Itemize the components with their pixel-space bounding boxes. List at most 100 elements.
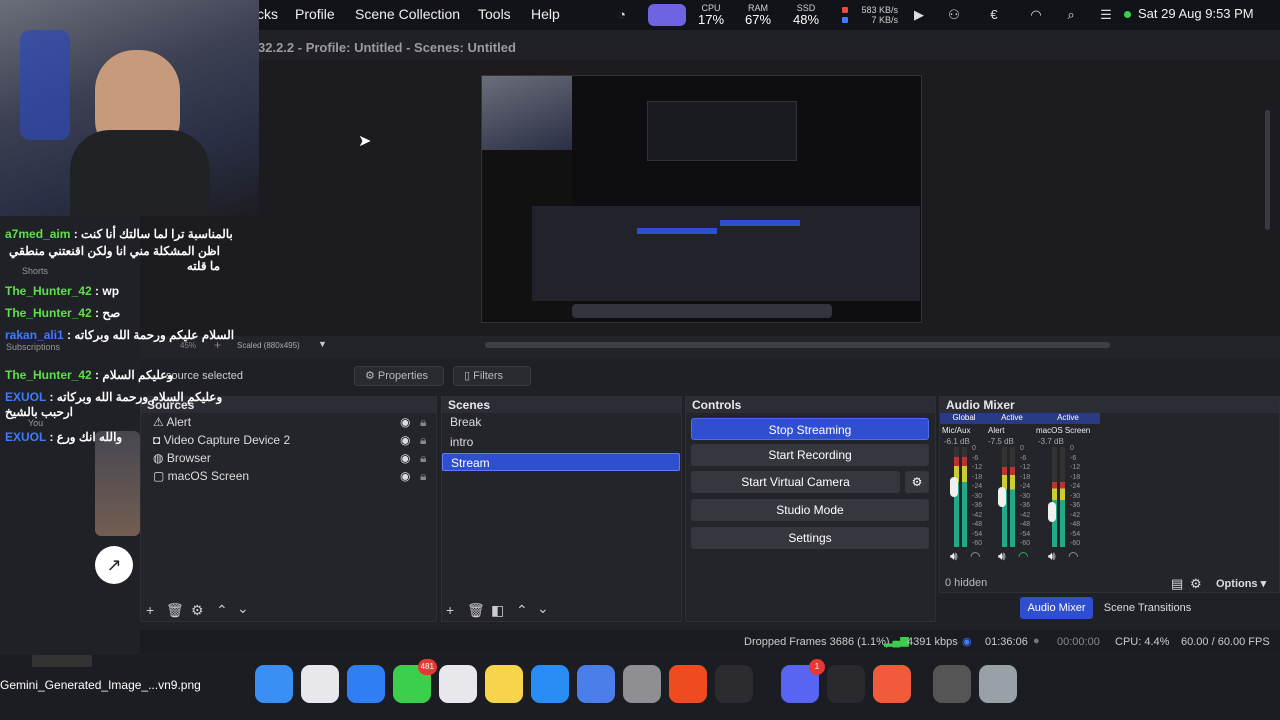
volume-fader[interactable] — [1048, 502, 1056, 522]
speaker-icon[interactable]: 🔊︎ — [998, 549, 1006, 564]
channel-scope: Global — [952, 413, 976, 422]
signal-bars-icon: ▂▄▆ — [884, 635, 909, 647]
meter-scale-label: -60 — [1070, 540, 1081, 547]
filter-icon: ▯ — [464, 370, 474, 382]
studio-mode-button[interactable]: Studio Mode — [691, 499, 929, 521]
speaker-icon[interactable]: 🔊︎ — [950, 549, 958, 564]
start-recording-button[interactable]: Start Recording — [691, 444, 929, 466]
meter-scale-label: -18 — [972, 473, 983, 481]
webcam-overlay — [0, 0, 259, 216]
scene-filter-icon[interactable]: ◧ — [491, 602, 504, 619]
dock-app-app-store[interactable] — [531, 665, 569, 703]
add-scene-icon[interactable]: + — [446, 602, 454, 618]
hub-icon[interactable]: ⚇ — [946, 7, 962, 23]
monitor-headphones-icon[interactable]: ◠ — [1018, 549, 1028, 563]
tab-audio-mixer[interactable]: Audio Mixer — [1020, 597, 1093, 619]
dock-app-safari[interactable] — [347, 665, 385, 703]
settings-button[interactable]: Settings — [691, 527, 929, 549]
stop-streaming-button[interactable]: Stop Streaming — [691, 418, 929, 440]
dock-app-obs[interactable] — [715, 665, 753, 703]
channel-db: -7.5 dB — [988, 437, 1014, 446]
record-dot-icon: ● — [1033, 635, 1040, 647]
dock-app-brave[interactable] — [669, 665, 707, 703]
rec-time: 00:00:00 — [1057, 636, 1100, 648]
chat-message: The_Hunter_42 : wp — [5, 284, 120, 298]
scene-up-icon[interactable]: ⌃ — [516, 602, 528, 619]
gear-icon: ⚙ — [365, 370, 378, 382]
eye-icon[interactable]: ◉ — [400, 449, 410, 467]
meter-scale-label: -42 — [972, 511, 983, 519]
properties-button[interactable]: ⚙ Properties — [354, 366, 444, 386]
remove-scene-icon[interactable]: 🗑︎ — [467, 602, 485, 619]
meter-scale-label: -12 — [1020, 464, 1031, 471]
scene-item-stream[interactable]: Stream — [442, 453, 680, 471]
currency-icon[interactable]: € — [986, 7, 1002, 23]
desktop-file-label[interactable]: Gemini_Generated_Image_...vn9.png — [0, 678, 201, 692]
menu-tools[interactable]: Tools — [478, 6, 511, 22]
dock-app-system-settings[interactable] — [623, 665, 661, 703]
lock-icon[interactable]: 🔒︎ — [420, 449, 426, 467]
lock-icon[interactable]: 🔒︎ — [420, 413, 426, 431]
menu-help[interactable]: Help — [531, 6, 560, 22]
screen-mirror-icon[interactable] — [648, 4, 686, 26]
monitor-headphones-icon[interactable]: ◠ — [1068, 549, 1078, 563]
preview-vertical-scrollbar[interactable] — [1265, 110, 1270, 230]
dock-app-finder[interactable] — [255, 665, 293, 703]
dock-app-burst-app[interactable] — [873, 665, 911, 703]
dock-app-launchpad[interactable] — [301, 665, 339, 703]
meter-scale-label: -24 — [972, 483, 983, 490]
mixer-options-button[interactable]: Options ▾ — [1216, 577, 1266, 590]
dock-app-storage[interactable] — [933, 665, 971, 703]
hidden-count: 0 hidden — [945, 577, 988, 589]
scene-item-break[interactable]: Break — [442, 413, 680, 431]
dock-app-discord[interactable]: 1 — [781, 659, 825, 703]
file-thumbnail[interactable] — [32, 655, 92, 667]
lock-icon[interactable]: 🔒︎ — [420, 431, 426, 449]
menu-scene-collection[interactable]: Scene Collection — [355, 6, 460, 22]
dock-app-keychain[interactable] — [827, 665, 865, 703]
mixer-settings-icon[interactable]: ⚙ — [1190, 576, 1202, 592]
eye-icon[interactable]: ◉ — [400, 431, 410, 449]
scale-dropdown-icon[interactable]: ▼ — [318, 339, 327, 349]
scene-down-icon[interactable]: ⌄ — [537, 600, 549, 617]
chat-message: The_Hunter_42 : صح — [5, 306, 121, 320]
dock-app-simulator[interactable] — [577, 665, 615, 703]
play-icon[interactable]: ▶ — [911, 7, 927, 23]
speaker-icon[interactable]: 🔊︎ — [1048, 549, 1056, 564]
mixer-channels: Global Mic/Aux -6.1 dB Active Alert -7.5… — [940, 413, 1120, 568]
dock-app-messages[interactable]: 481 — [393, 659, 437, 703]
meter-scale-label: -24 — [1020, 483, 1031, 490]
meter-scale-label: -48 — [1020, 521, 1031, 528]
fps: 60.00 / 60.00 FPS — [1181, 636, 1270, 648]
layout-icon[interactable]: ▤ — [1171, 576, 1183, 592]
monitor-headphones-icon[interactable]: ◠ — [970, 549, 980, 563]
wifi-icon[interactable]: ◠ — [1028, 7, 1044, 23]
dock-app-notes[interactable] — [485, 665, 523, 703]
move-down-icon[interactable]: ⌄ — [237, 600, 249, 617]
menu-docks[interactable]: cks — [257, 6, 278, 22]
chevron-down-icon: ▾ — [1260, 578, 1267, 590]
virtual-camera-settings-icon[interactable]: ⚙ — [905, 471, 929, 493]
start-virtual-camera-button[interactable]: Start Virtual Camera — [691, 471, 900, 493]
filters-button[interactable]: ▯ Filters — [453, 366, 531, 386]
eye-icon[interactable]: ◉ — [400, 467, 410, 485]
pie-chart-icon[interactable]: ◔ — [614, 7, 630, 23]
chat-message: EXUOL : والله انك ورع — [5, 430, 123, 444]
search-icon[interactable]: ⌕ — [1063, 7, 1079, 23]
live-icon: ◉ — [962, 636, 972, 648]
clock: Sat 29 Aug 9:53 PM — [1138, 6, 1254, 21]
dock-app-trash[interactable] — [979, 665, 1017, 703]
tab-scene-transitions[interactable]: Scene Transitions — [1100, 597, 1195, 619]
preview-horizontal-scrollbar[interactable] — [485, 342, 1110, 348]
control-center-icon[interactable]: ☰ — [1098, 7, 1114, 23]
dock-badge: 1 — [809, 659, 825, 675]
volume-fader[interactable] — [950, 477, 958, 497]
volume-fader[interactable] — [998, 487, 1006, 507]
scene-item-intro[interactable]: intro — [442, 433, 680, 451]
menu-profile[interactable]: Profile — [295, 6, 335, 22]
eye-icon[interactable]: ◉ — [400, 413, 410, 431]
scenes-list: Break intro Stream — [442, 413, 680, 471]
lock-icon[interactable]: 🔒︎ — [420, 467, 426, 485]
dock-app-chrome[interactable] — [439, 665, 477, 703]
meter-scale-label: -12 — [1070, 464, 1081, 471]
